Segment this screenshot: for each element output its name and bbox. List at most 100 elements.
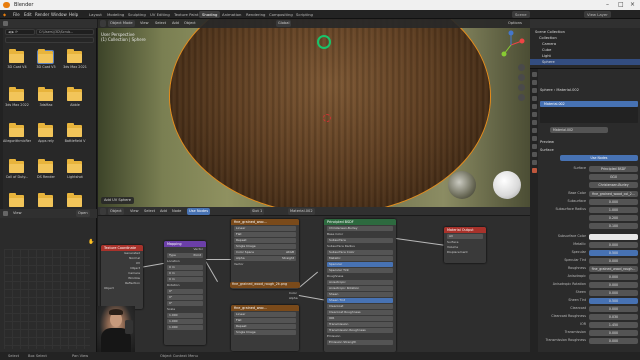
bsdf-input[interactable]: Sheen [327,292,393,297]
folder-item[interactable]: Abble [64,87,88,111]
world-tab-icon[interactable] [531,112,537,117]
tab-sculpting[interactable]: Sculpting [125,11,149,18]
subsurface-method-field[interactable]: Christensen-Burley [589,181,638,188]
property-value[interactable]: 0.000 [589,337,638,344]
property-value[interactable]: 0.000 [589,198,638,205]
navigation-gizmo-icon[interactable] [496,30,526,60]
image-canvas[interactable] [4,249,90,349]
socket-color[interactable]: Color [289,291,297,295]
physics-tab-icon[interactable] [531,144,537,149]
maximize-icon[interactable]: □ [618,0,624,10]
folder-item[interactable]: AllegorithmicRender [3,123,31,147]
location-y[interactable]: 0 m [167,271,203,276]
bsdf-input[interactable]: Subsurface Color [327,250,393,255]
tool-tab-icon[interactable] [531,72,537,77]
hand-icon[interactable]: ✋ [88,239,94,245]
subsurface-method-field[interactable]: Christensen-Burley [327,226,393,231]
menu-add[interactable]: Add [170,20,181,27]
zoom-icon[interactable] [518,64,525,71]
menu-file[interactable]: File [13,10,20,19]
editor-type-icon[interactable] [3,211,8,216]
interpolation-field[interactable]: Linear [234,312,296,317]
extension-field[interactable]: Repeat [234,238,296,243]
menu-select[interactable]: Select [153,20,168,27]
perspective-toggle-icon[interactable] [518,94,525,101]
menu-select[interactable]: Select [142,208,157,215]
bsdf-input[interactable]: Emission [324,334,396,339]
property-value[interactable]: 0.000 [589,281,638,288]
subsurface-color-swatch[interactable] [589,233,638,240]
property-value[interactable]: 0.500 [589,249,638,256]
rotation-x[interactable]: 0° [167,289,203,294]
surface-shader-field[interactable]: Principled BSDF [589,165,638,172]
socket-vector-out[interactable]: Vector [164,247,206,252]
shader-type-selector[interactable]: Object [108,208,124,215]
tab-animation[interactable]: Animation [219,11,244,18]
constraints-tab-icon[interactable] [531,152,537,157]
property-value[interactable]: 1.450 [589,321,638,328]
property-value[interactable]: 0.000 [589,305,638,312]
folder-item[interactable]: Battlefield V [64,123,88,147]
node-image-texture-roughness[interactable]: fine_grained_woo... Linear Flat Repeat S… [231,305,299,351]
surface-section[interactable]: Surface [540,147,638,153]
rotation-z[interactable]: 0° [167,301,203,306]
node-texture-coordinate[interactable]: Texture Coordinate Generated Normal UV O… [101,245,143,309]
extension-field[interactable]: Repeat [234,324,296,329]
output-target-field[interactable]: All [447,234,483,239]
bsdf-input[interactable]: Metallic [327,256,393,261]
tab-modeling[interactable]: Modeling [104,11,127,18]
socket-displacement[interactable]: Displacement [444,250,486,255]
source-field[interactable]: Single Image [234,244,296,249]
bsdf-input[interactable]: Subsurface Radius [324,244,396,249]
menu-object[interactable]: Object [182,20,198,27]
bsdf-input[interactable]: Sheen Tint [327,298,393,303]
projection-field[interactable]: Flat [234,232,296,237]
nav-buttons[interactable]: ◀ ▶ ⟳ [5,29,35,35]
bsdf-input[interactable]: IOR [327,316,393,321]
folder-item[interactable]: 3D Coat V5 [35,49,59,73]
open-image-button[interactable]: Open [76,210,90,217]
folder-item[interactable]: Call of Duty... [6,159,30,183]
bsdf-input[interactable]: Base Color [324,232,396,237]
pan-icon[interactable] [518,74,525,81]
menu-edit[interactable]: Edit [24,10,32,19]
menu-window[interactable]: Window [51,10,67,19]
material-selector[interactable]: Material.002 [288,208,315,215]
tab-uv-editing[interactable]: UV Editing [147,11,173,18]
output-tab-icon[interactable] [531,88,537,93]
shader-node-editor[interactable]: Object View Select Add Node Use Nodes Sl… [98,207,530,352]
transform-orientation[interactable]: Global [276,20,292,27]
bsdf-input[interactable]: Specular [327,262,393,267]
close-icon[interactable]: × [630,0,635,10]
scale-y[interactable]: 1.000 [167,319,203,324]
mapping-type-field[interactable]: Type Point [167,253,203,258]
projection-field[interactable]: Flat [234,318,296,323]
interpolation-field[interactable]: Linear [234,226,296,231]
property-value[interactable]: 0.000 [589,289,638,296]
property-value[interactable]: 1.000 [589,206,638,213]
folder-item[interactable]: 3ds Max 2021 [63,49,88,73]
distribution-field[interactable]: GGX [589,173,638,180]
use-nodes-button[interactable]: Use Nodes [560,155,638,161]
tab-shading[interactable]: Shading [199,11,221,18]
editor-type-icon[interactable] [100,20,106,27]
path-field[interactable]: C:\Users\\3D\Scrub... [36,29,94,35]
rotation-y[interactable]: 0° [167,295,203,300]
bsdf-input[interactable]: Roughness [324,274,396,279]
tab-texture-paint[interactable]: Texture Paint [171,11,202,18]
node-material-output[interactable]: Material Output All Surface Volume Displ… [444,227,486,263]
image-file-bar[interactable]: fine_grained_wood_rough_2k.png [230,282,300,288]
scale-x[interactable]: 1.000 [167,313,203,318]
property-value[interactable]: 0.000 [589,257,638,264]
filter-bar[interactable] [5,37,94,43]
material-selector[interactable]: Material.002 [550,127,608,133]
source-field[interactable]: Single Image [234,330,296,335]
property-value[interactable]: 0.100 [589,222,638,229]
menu-help[interactable]: Help [69,10,78,19]
3d-viewport[interactable]: Object Mode View Select Add Object Globa… [98,19,530,207]
slot-selector[interactable]: Slot 1 [250,208,265,215]
property-value[interactable]: 0.200 [589,214,638,221]
menu-node[interactable]: Node [170,208,183,215]
tab-layout[interactable]: Layout [86,11,105,18]
modifier-tab-icon[interactable] [531,128,537,133]
